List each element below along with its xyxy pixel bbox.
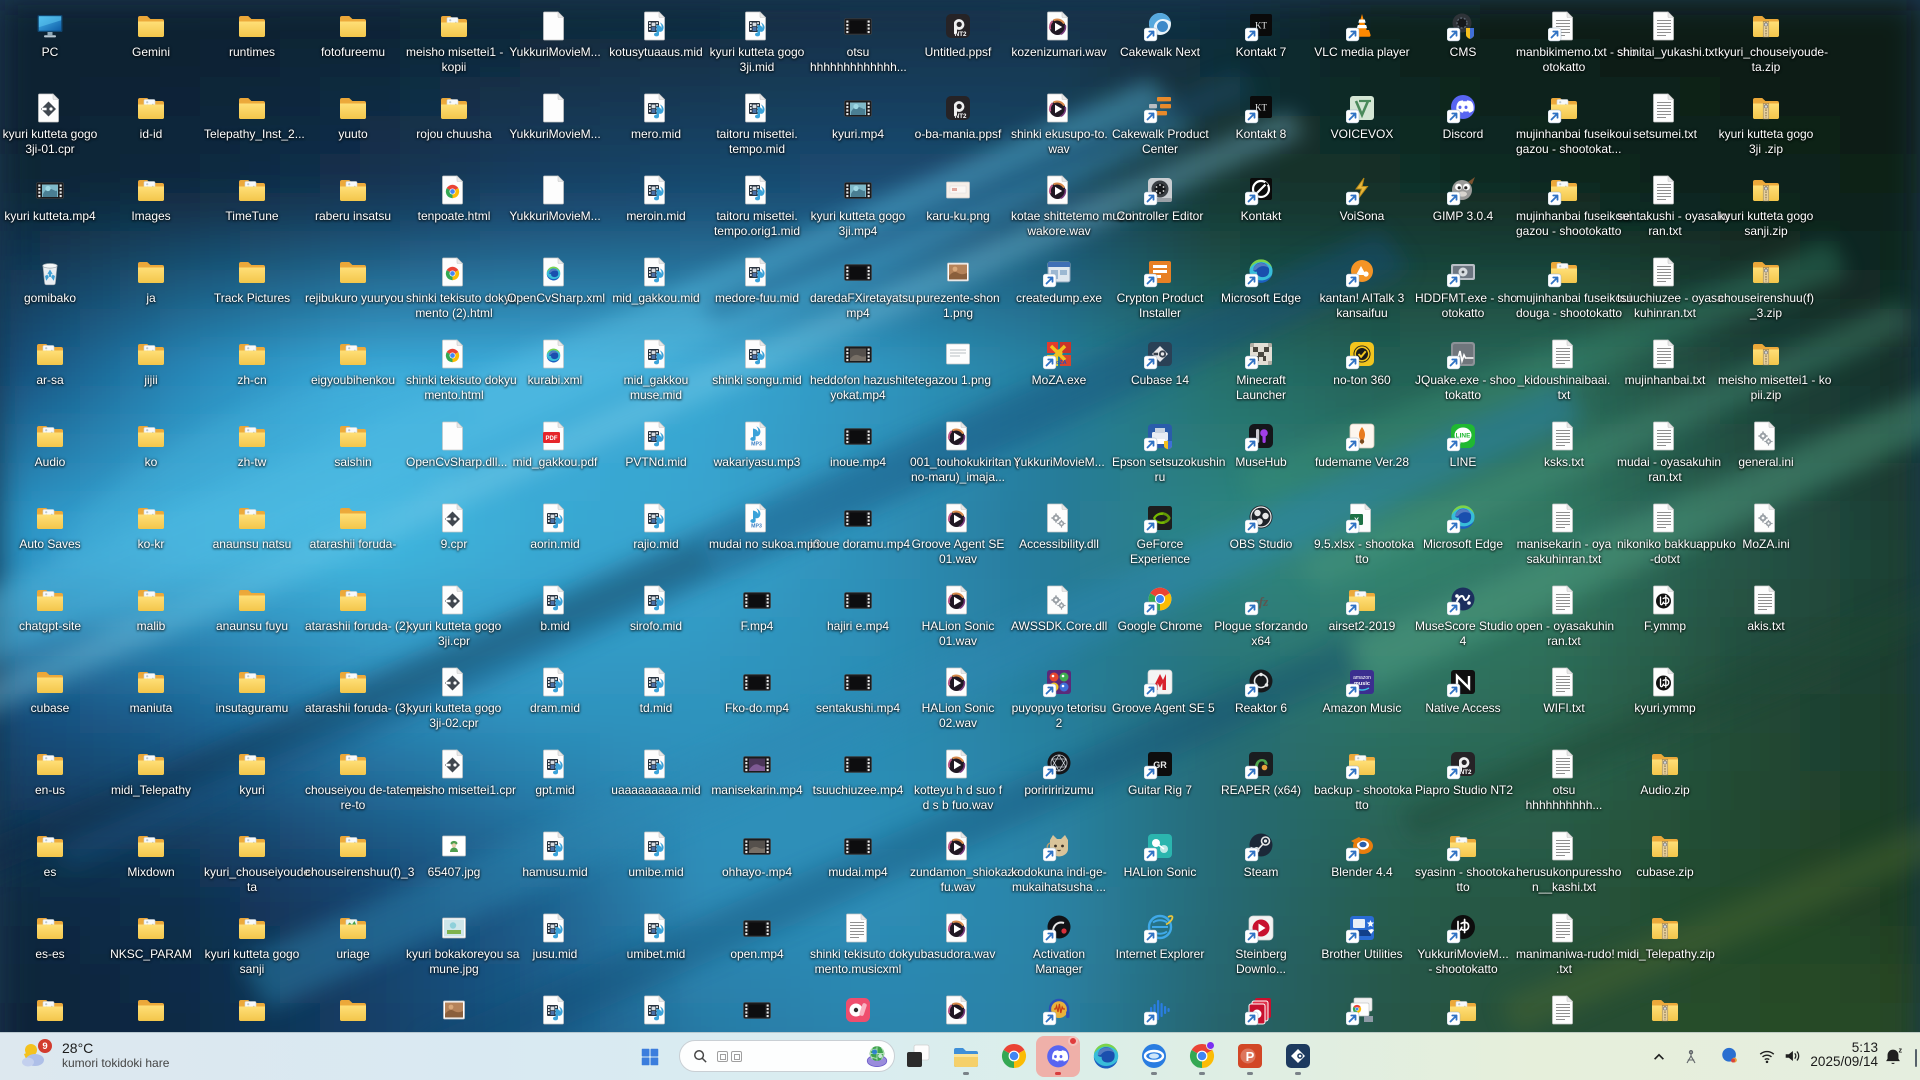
svg-text:9: 9 [42,1041,47,1052]
svg-text:z: z [1898,1046,1902,1054]
svg-text:P: P [1246,1049,1255,1064]
